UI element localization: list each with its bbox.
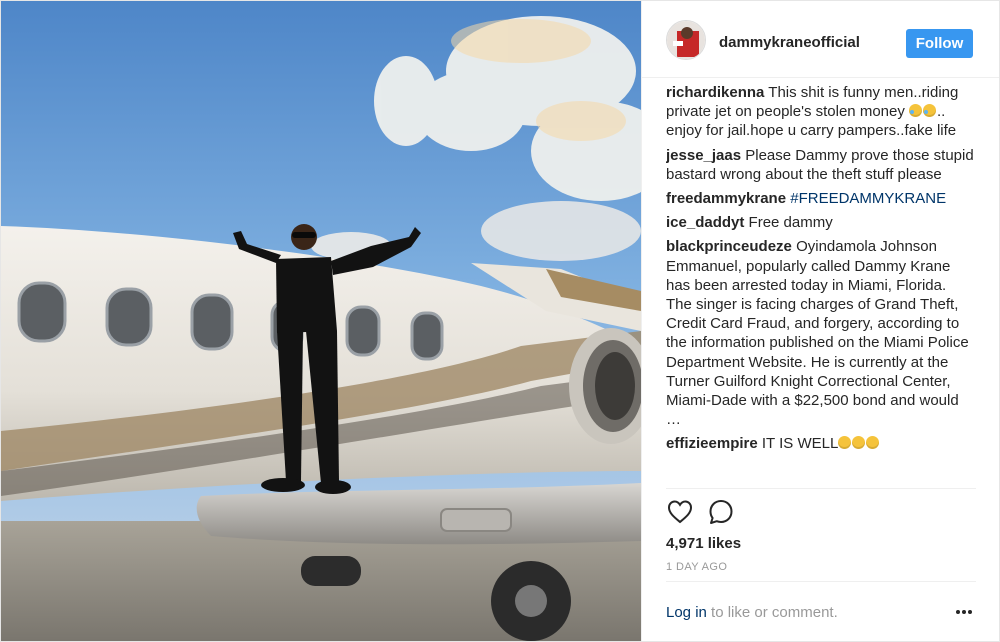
- instagram-post: dammykraneofficial Follow richardikenna …: [0, 0, 1000, 642]
- like-count[interactable]: 4,971 likes: [666, 535, 741, 552]
- tears-of-joy-emoji-icon: [909, 104, 923, 118]
- post-timestamp[interactable]: 1 DAY AGO: [666, 561, 727, 573]
- ellipsis-icon[interactable]: [954, 604, 974, 620]
- avatar-image: [667, 21, 705, 59]
- divider: [666, 488, 976, 489]
- comment-text: Oyindamola Johnson Emmanuel, popularly c…: [666, 238, 969, 429]
- comment-item: freedammykrane #FREEDAMMYKRANE: [666, 189, 974, 208]
- comment-item: blackprinceudeze Oyindamola Johnson Emma…: [666, 237, 974, 429]
- comment-item: jesse_jaas Please Dammy prove those stup…: [666, 146, 974, 184]
- post-photo[interactable]: [1, 1, 641, 641]
- login-link[interactable]: Log in: [666, 604, 707, 621]
- comment-item: richardikenna This shit is funny men..ri…: [666, 83, 974, 141]
- comment-item: effizieempire IT IS WELL: [666, 434, 974, 453]
- jet-photo-illustration: [1, 1, 641, 641]
- comment-username[interactable]: jesse_jaas: [666, 147, 741, 164]
- login-prompt: Log in to like or comment.: [666, 604, 838, 621]
- post-header: dammykraneofficial Follow: [642, 1, 999, 78]
- tears-of-joy-emoji-icon: [923, 104, 937, 118]
- comment-username[interactable]: richardikenna: [666, 84, 764, 101]
- comment-username[interactable]: blackprinceudeze: [666, 238, 792, 255]
- flushed-face-emoji-icon: [852, 436, 866, 450]
- speech-bubble-icon[interactable]: [707, 498, 735, 526]
- flushed-face-emoji-icon: [838, 436, 852, 450]
- comment-hashtag-link[interactable]: #FREEDAMMYKRANE: [790, 190, 946, 207]
- post-side-panel: dammykraneofficial Follow richardikenna …: [641, 1, 999, 641]
- comment-username[interactable]: effizieempire: [666, 435, 758, 452]
- login-prompt-text: to like or comment.: [706, 604, 838, 621]
- comment-item: ice_daddyt Free dammy: [666, 213, 974, 232]
- comment-username[interactable]: ice_daddyt: [666, 214, 744, 231]
- flushed-face-emoji-icon: [866, 436, 880, 450]
- comment-text: IT IS WELL: [761, 435, 839, 453]
- comment-text: Free dammy: [748, 214, 833, 232]
- post-author-username[interactable]: dammykraneofficial: [719, 34, 860, 51]
- comment-list: richardikenna This shit is funny men..ri…: [666, 83, 974, 488]
- divider: [666, 581, 976, 582]
- avatar[interactable]: [666, 20, 706, 60]
- follow-button[interactable]: Follow: [906, 29, 973, 58]
- heart-outline-icon[interactable]: [666, 498, 694, 526]
- comment-username[interactable]: freedammykrane: [666, 190, 786, 207]
